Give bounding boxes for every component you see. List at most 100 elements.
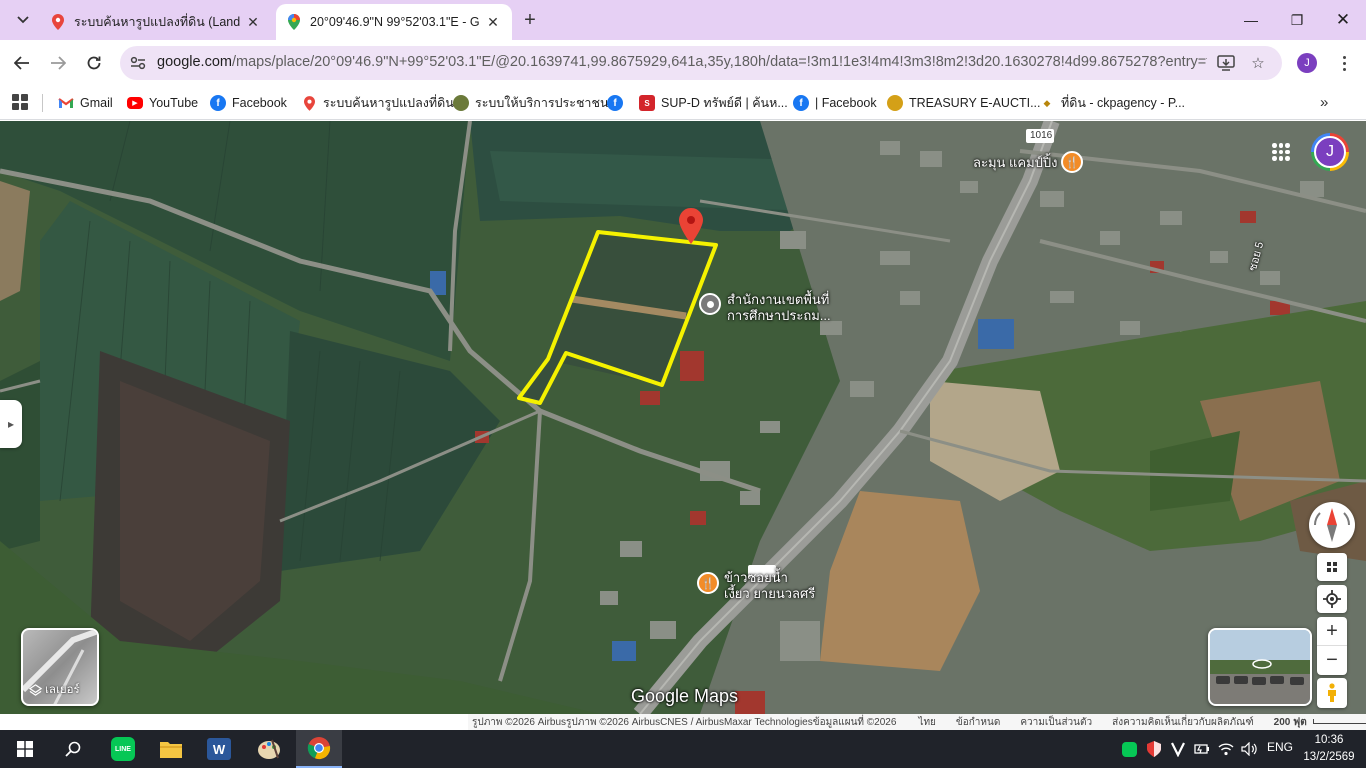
bookmark-facebook-3[interactable]: f | Facebook — [793, 92, 877, 114]
taskbar-file-explorer[interactable] — [148, 730, 194, 768]
government-office-icon[interactable] — [699, 293, 721, 315]
site-info-icon[interactable] — [128, 53, 148, 73]
input-language-indicator[interactable]: ENG — [1267, 740, 1293, 754]
pegman-button[interactable] — [1317, 678, 1347, 708]
satellite-imagery — [0, 121, 1366, 714]
url-text[interactable]: google.com/maps/place/20°09'46.9"N+99°52… — [157, 54, 1207, 70]
bookmark-star-icon[interactable]: ☆ — [1247, 52, 1269, 74]
poi-label-office-line1[interactable]: สำนักงานเขตพื้นที่ — [727, 292, 829, 307]
map-attribution-bar: รูปภาพ ©2026 Airbusรูปภาพ ©2026 AirbusCN… — [468, 714, 1366, 730]
search-icon — [65, 741, 81, 757]
compass-button[interactable] — [1309, 502, 1355, 548]
close-tab-icon[interactable]: ✕ — [484, 13, 502, 31]
satellite-map[interactable]: 1016 🍴 ละมุน แคมป์ปิ้ง สำนักงานเขตพื้นที… — [0, 121, 1366, 714]
poi-label-restaurant-2-line2[interactable]: เงี้ยว ยายนวลศรี — [724, 586, 815, 601]
grid-icon — [1327, 562, 1337, 572]
treasury-icon — [887, 95, 903, 111]
taskbar-line-app[interactable]: LINE — [100, 730, 146, 768]
map-pin-icon — [301, 95, 317, 111]
my-location-button[interactable] — [1317, 585, 1347, 613]
taskbar-paint[interactable] — [246, 730, 292, 768]
feedback-link[interactable]: ส่งความคิดเห็นเกี่ยวกับผลิตภัณฑ์ — [1112, 715, 1254, 730]
zoom-out-button[interactable]: − — [1317, 646, 1347, 675]
url-host: google.com — [157, 54, 232, 70]
system-clock[interactable]: 10:36 13/2/2569 — [1296, 732, 1362, 766]
reload-icon — [87, 56, 101, 70]
chrome-icon — [307, 737, 331, 760]
layers-button[interactable]: เลเยอร์ — [21, 628, 99, 706]
poi-label-restaurant-2-line1[interactable]: ข้าวซอยน้ำ — [724, 570, 788, 585]
bookmark-facebook[interactable]: f Facebook — [210, 92, 287, 114]
minimize-button[interactable]: — — [1228, 0, 1274, 40]
imagery-credit: รูปภาพ ©2026 Airbusรูปภาพ ©2026 AirbusCN… — [472, 716, 897, 728]
language-link[interactable]: ไทย — [918, 715, 935, 730]
google-apps-icon[interactable] — [1272, 143, 1290, 161]
apps-grid-icon[interactable] — [12, 94, 28, 110]
install-app-icon[interactable] — [1215, 52, 1237, 74]
back-button[interactable] — [8, 49, 36, 77]
folder-icon — [160, 742, 182, 758]
bookmark-label: Gmail — [80, 96, 113, 110]
network-icon[interactable] — [1217, 740, 1235, 758]
restaurant-icon[interactable]: 🍴 — [697, 572, 719, 594]
forward-button[interactable] — [44, 49, 72, 77]
profile-avatar[interactable]: J — [1297, 53, 1317, 73]
more-bookmarks-icon[interactable]: » — [1320, 94, 1328, 111]
facebook-icon: f — [793, 95, 809, 111]
clock-time: 10:36 — [1314, 734, 1344, 746]
bookmark-facebook-2[interactable]: f — [607, 92, 629, 114]
address-bar[interactable]: google.com/maps/place/20°09'46.9"N+99°52… — [120, 46, 1282, 80]
taskbar-word[interactable]: W — [196, 730, 242, 768]
bookmark-supd[interactable]: S SUP-D ทรัพย์ดี | ค้นห... — [639, 92, 788, 114]
volume-icon[interactable] — [1240, 740, 1258, 758]
terms-link[interactable]: ข้อกำหนด — [956, 715, 1000, 730]
scale-label[interactable]: 200 ฟุต — [1274, 715, 1366, 730]
scale-bar — [1312, 719, 1366, 725]
zoom-controls: + − — [1317, 617, 1347, 675]
bookmark-ckpagency[interactable]: ◆ ที่ดิน - ckpagency - P... — [1039, 92, 1186, 114]
antivirus-tray-icon[interactable] — [1169, 740, 1187, 758]
bookmark-treasury[interactable]: TREASURY E-AUCTI... — [887, 92, 1041, 114]
restaurant-icon[interactable]: 🍴 — [1061, 151, 1083, 173]
privacy-link[interactable]: ความเป็นส่วนตัว — [1020, 715, 1092, 730]
tab-google-maps[interactable]: 20°09'46.9"N 99°52'03.1"E - Google Maps … — [276, 4, 512, 40]
paint-palette-icon — [258, 739, 280, 759]
taskbar-chrome[interactable] — [296, 730, 342, 768]
taskbar-search-button[interactable] — [50, 730, 96, 768]
close-tab-icon[interactable]: ✕ — [244, 13, 262, 31]
poi-label-restaurant-1[interactable]: ละมุน แคมป์ปิ้ง — [973, 155, 1058, 170]
account-avatar[interactable]: J — [1311, 133, 1349, 171]
browser-menu-icon[interactable] — [1336, 52, 1352, 74]
poi-label-office-line2[interactable]: การศึกษาประถม... — [727, 308, 831, 323]
bookmark-label: ที่ดิน - ckpagency - P... — [1061, 96, 1186, 110]
bookmark-separator — [42, 94, 43, 112]
bookmark-gmail[interactable]: Gmail — [58, 92, 113, 114]
bookmark-label: TREASURY E-AUCTI... — [909, 96, 1041, 110]
supd-icon: S — [639, 95, 655, 111]
security-shield-icon[interactable] — [1145, 740, 1163, 758]
line-app-icon: LINE — [111, 737, 135, 761]
street-view-thumbnail[interactable] — [1208, 628, 1312, 706]
bookmark-public-service[interactable]: ระบบให้บริการประชาชน... — [453, 92, 619, 114]
windows-taskbar: LINE W ENG 10:36 13/2/2569 — [0, 730, 1366, 768]
bookmark-label: SUP-D ทรัพย์ดี | ค้นห... — [661, 96, 788, 110]
tilt-3d-button[interactable] — [1317, 553, 1347, 581]
zoom-in-button[interactable]: + — [1317, 617, 1347, 646]
line-tray-icon[interactable] — [1120, 740, 1138, 758]
arrow-left-icon — [14, 56, 29, 70]
new-tab-button[interactable]: + — [518, 8, 542, 32]
maximize-button[interactable]: ❐ — [1274, 0, 1320, 40]
reload-button[interactable] — [80, 49, 108, 77]
bookmark-landsmaps[interactable]: ระบบค้นหารูปแปลงที่ดิน... — [301, 92, 464, 114]
tab-landsmaps[interactable]: ระบบค้นหารูปแปลงที่ดิน (LandsMaps) ✕ — [40, 4, 272, 40]
tab-search-button[interactable] — [10, 8, 36, 32]
close-window-button[interactable]: ✕ — [1320, 0, 1366, 40]
google-maps-icon — [286, 14, 302, 30]
layers-text: เลเยอร์ — [45, 684, 80, 696]
expand-side-panel-button[interactable]: ▸ — [0, 400, 22, 448]
bookmark-youtube[interactable]: ▶ YouTube — [127, 92, 198, 114]
start-button[interactable] — [2, 730, 48, 768]
battery-plug-icon[interactable] — [1193, 740, 1211, 758]
tab-title: 20°09'46.9"N 99°52'03.1"E - Google Maps — [310, 15, 480, 29]
bookmarks-bar: Gmail ▶ YouTube f Facebook ระบบค้นหารูปแปล… — [0, 86, 1366, 120]
